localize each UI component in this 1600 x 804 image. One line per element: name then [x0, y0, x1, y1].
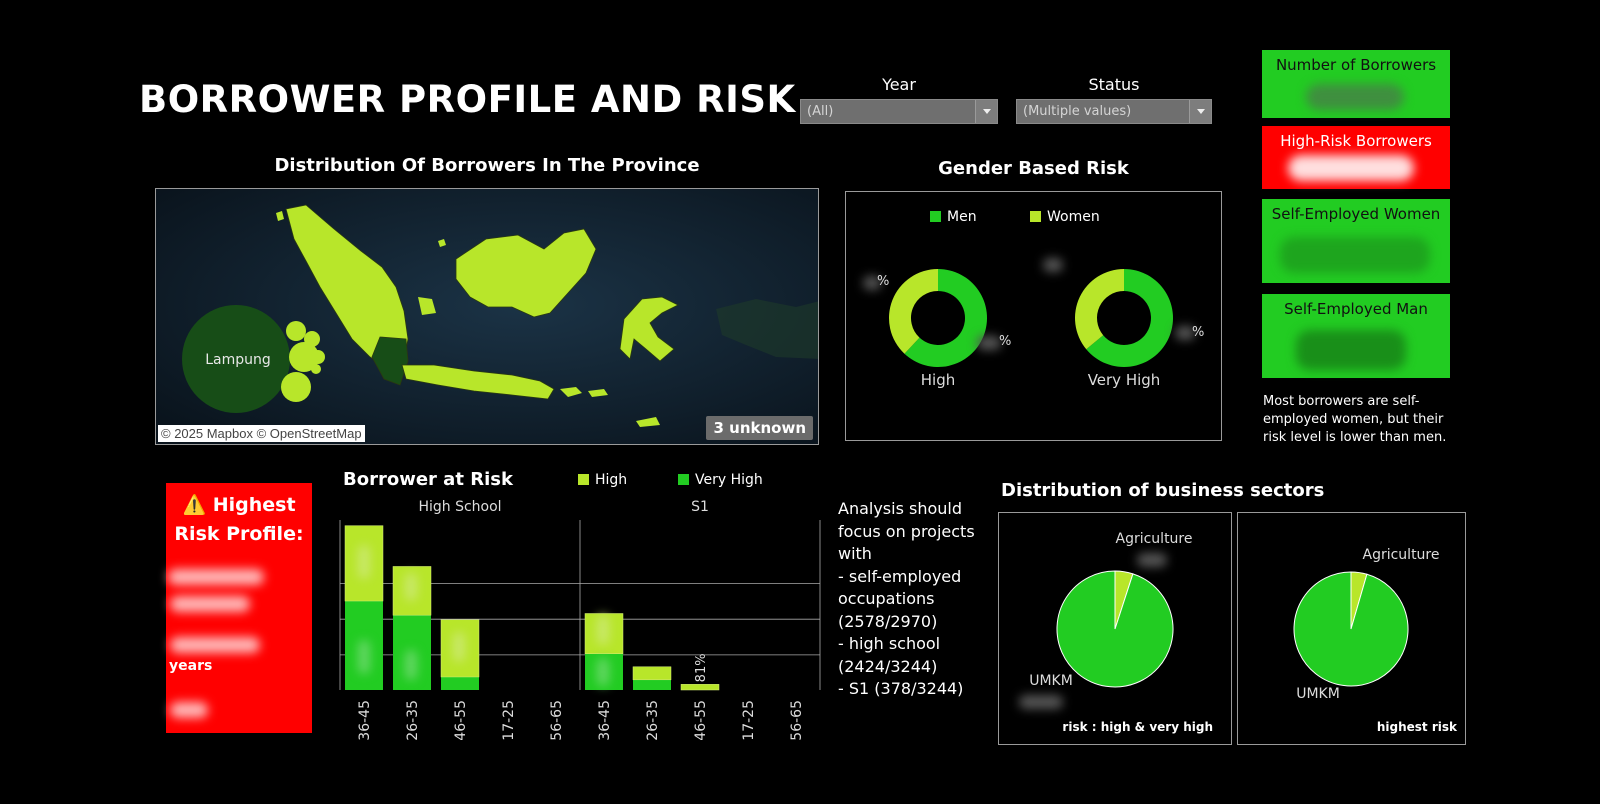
tick-label: 17-25: [501, 700, 517, 740]
redacted-value: [170, 637, 260, 653]
map-bubble: [311, 364, 321, 374]
page-title: BORROWER PROFILE AND RISK: [139, 78, 796, 121]
redacted-value: [597, 615, 609, 645]
legend-swatch-very-high: [678, 474, 689, 485]
status-filter-value: (Multiple values): [1023, 104, 1132, 119]
kpi-label: High-Risk Borrowers: [1280, 132, 1432, 150]
redacted-value: [405, 650, 417, 680]
redacted-value: [453, 632, 465, 662]
pie-label: Agriculture: [1116, 531, 1193, 547]
redacted-value: [1296, 330, 1406, 370]
tick-label: 26-35: [645, 700, 661, 740]
redacted-value: [170, 702, 208, 718]
province-map[interactable]: Lampung © 2025 Mapbox © OpenStreetMap 3 …: [155, 188, 819, 445]
map-bubble: [286, 321, 306, 341]
map-credit[interactable]: © 2025 Mapbox © OpenStreetMap: [158, 425, 365, 442]
legend-swatch-high: [578, 474, 589, 485]
year-filter-value: (All): [807, 104, 834, 119]
sector-panel-high-very-high: UMKM Agriculture risk : high & very high: [998, 512, 1232, 745]
bar-high: [680, 684, 720, 691]
borrower-at-risk-title: Borrower at Risk: [343, 469, 513, 490]
tick-label: 56-65: [789, 700, 805, 740]
map-bubble: [304, 331, 320, 347]
pie-slice-umkm: [1293, 571, 1409, 687]
status-filter-dropdown[interactable]: (Multiple values): [1016, 99, 1212, 124]
group-label: S1: [691, 499, 709, 515]
bar-very-high: [441, 676, 479, 690]
pie-label: UMKM: [1029, 673, 1073, 689]
group-label: High School: [418, 499, 501, 515]
sector-pie-chart: UMKM Agriculture: [1029, 531, 1193, 689]
chevron-down-icon[interactable]: [1189, 100, 1211, 123]
kpi-high-risk-borrowers[interactable]: High-Risk Borrowers: [1262, 126, 1450, 189]
redacted-value: [358, 545, 370, 579]
kpi-self-employed-man[interactable]: Self-Employed Man: [1262, 294, 1450, 378]
donut-slice-women: [1075, 269, 1124, 350]
highest-risk-profile-card: ⚠️ Highest Risk Profile: years: [166, 483, 312, 733]
redacted-value: [1288, 155, 1414, 181]
redacted-value: [1043, 258, 1063, 272]
risk-profile-title: ⚠️ Highest Risk Profile:: [174, 494, 304, 545]
map-bubble: [311, 350, 325, 364]
kpi-number-of-borrowers[interactable]: Number of Borrowers: [1262, 50, 1450, 118]
donut-slice-women: [889, 269, 938, 354]
insight-text: Most borrowers are self-employed women, …: [1263, 394, 1447, 445]
map-unknown-badge[interactable]: 3 unknown: [706, 416, 813, 440]
pie-label: UMKM: [1296, 686, 1340, 702]
bar-high: [632, 666, 672, 681]
tick-label: 46-55: [453, 700, 469, 740]
sector-caption: highest risk: [1376, 720, 1457, 734]
gender-risk-panel: Men Women High Very High % % %: [845, 191, 1222, 441]
donut-label: High: [921, 371, 955, 389]
sector-panel-highest-risk: UMKM Agriculture highest risk: [1237, 512, 1466, 745]
redacted-value: [405, 573, 417, 601]
tick-label: 17-25: [741, 700, 757, 740]
redacted-value: [977, 336, 1001, 350]
analysis-text: Analysis should focus on projects with -…: [838, 499, 975, 698]
year-filter-label: Year: [882, 75, 916, 94]
borrower-at-risk-chart: High School 36-45 26-35 46-55 17-25 56-65 S1 36…: [339, 499, 821, 740]
gender-risk-title: Gender Based Risk: [938, 158, 1129, 179]
redacted-value: [1306, 84, 1404, 110]
risk-profile-age-unit: years: [169, 658, 213, 674]
data-label: 81%: [694, 653, 709, 682]
redacted-value: [597, 658, 609, 686]
map-canvas: Lampung: [156, 189, 818, 444]
year-filter-dropdown[interactable]: (All): [800, 99, 998, 124]
bar-very-high: [633, 679, 671, 690]
redacted-value: [1280, 237, 1430, 273]
kpi-label: Self-Employed Women: [1271, 205, 1441, 223]
donut-label: Very High: [1088, 371, 1161, 389]
redacted-value: [358, 640, 370, 674]
data-label-percent: %: [999, 334, 1012, 349]
redacted-value: [168, 569, 264, 585]
legend-item-very-high[interactable]: Very High: [678, 472, 763, 488]
kpi-label: Self-Employed Man: [1284, 300, 1428, 318]
redacted-value: [1137, 553, 1167, 567]
tick-label: 56-65: [549, 700, 565, 740]
gender-donut-charts: High Very High: [889, 269, 1173, 389]
business-sectors-title: Distribution of business sectors: [1001, 480, 1325, 501]
tick-label: 36-45: [357, 700, 373, 740]
legend-item-high[interactable]: High: [578, 472, 627, 488]
sector-pie-chart: UMKM Agriculture: [1293, 547, 1440, 702]
pie-label: Agriculture: [1363, 547, 1440, 563]
kpi-label: Number of Borrowers: [1275, 56, 1437, 74]
map-bubble: [281, 372, 311, 402]
data-label-percent: %: [877, 274, 890, 289]
redacted-value: [1019, 695, 1063, 709]
pie-slice-umkm: [1056, 570, 1174, 688]
status-filter-label: Status: [1088, 75, 1140, 94]
map-bubble-label: Lampung: [205, 352, 271, 368]
data-label-percent: %: [1192, 325, 1205, 340]
redacted-value: [170, 596, 250, 612]
tick-label: 36-45: [597, 700, 613, 740]
kpi-self-employed-women[interactable]: Self-Employed Women: [1262, 199, 1450, 283]
sector-caption: risk : high & very high: [1062, 720, 1213, 734]
tick-label: 46-55: [693, 700, 709, 740]
chevron-down-icon[interactable]: [975, 100, 997, 123]
map-title: Distribution Of Borrowers In The Provinc…: [274, 155, 700, 176]
tick-label: 26-35: [405, 700, 421, 740]
